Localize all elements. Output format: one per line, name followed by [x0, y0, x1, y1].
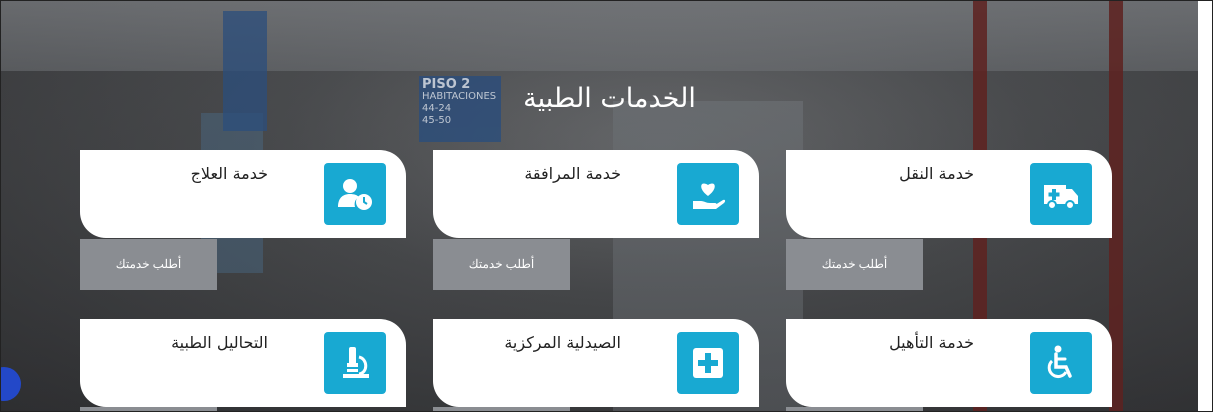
service-card-lab-tests[interactable]: التحاليل الطبية	[80, 319, 406, 407]
service-card-transport[interactable]: خدمة النقل	[786, 150, 1112, 238]
medical-cross-icon	[677, 332, 739, 394]
service-card-companion[interactable]: خدمة المرافقة	[433, 150, 759, 238]
hand-heart-icon	[677, 163, 739, 225]
hero-background: PISO 2 HABITACIONES 44-24 45-50 الخدمات …	[1, 1, 1198, 411]
page-frame: PISO 2 HABITACIONES 44-24 45-50 الخدمات …	[0, 0, 1213, 412]
card-label: التحاليل الطبية	[171, 333, 268, 352]
service-card-pharmacy[interactable]: الصيدلية المركزية	[433, 319, 759, 407]
section-title: الخدمات الطبية	[523, 83, 696, 114]
service-card-treatment[interactable]: خدمة العلاج	[80, 150, 406, 238]
request-service-button-transport[interactable]: أطلب خدمتك	[786, 239, 923, 290]
card-label: خدمة العلاج	[190, 164, 268, 183]
ambulance-icon	[1030, 163, 1092, 225]
patient-clock-icon	[324, 163, 386, 225]
request-service-button-companion[interactable]: أطلب خدمتك	[433, 239, 570, 290]
request-service-button-rehabilitation[interactable]	[786, 407, 923, 411]
wheelchair-icon	[1030, 332, 1092, 394]
card-label: خدمة التأهيل	[889, 333, 974, 352]
floating-chat-button[interactable]	[1, 367, 21, 401]
card-label: خدمة النقل	[899, 164, 974, 183]
request-service-button-pharmacy[interactable]	[433, 407, 570, 411]
microscope-icon	[324, 332, 386, 394]
request-service-button-treatment[interactable]: أطلب خدمتك	[80, 239, 217, 290]
card-label: خدمة المرافقة	[524, 164, 621, 183]
service-card-rehabilitation[interactable]: خدمة التأهيل	[786, 319, 1112, 407]
request-service-button-lab-tests[interactable]	[80, 407, 217, 411]
card-label: الصيدلية المركزية	[504, 333, 621, 352]
page-right-margin	[1198, 1, 1212, 411]
